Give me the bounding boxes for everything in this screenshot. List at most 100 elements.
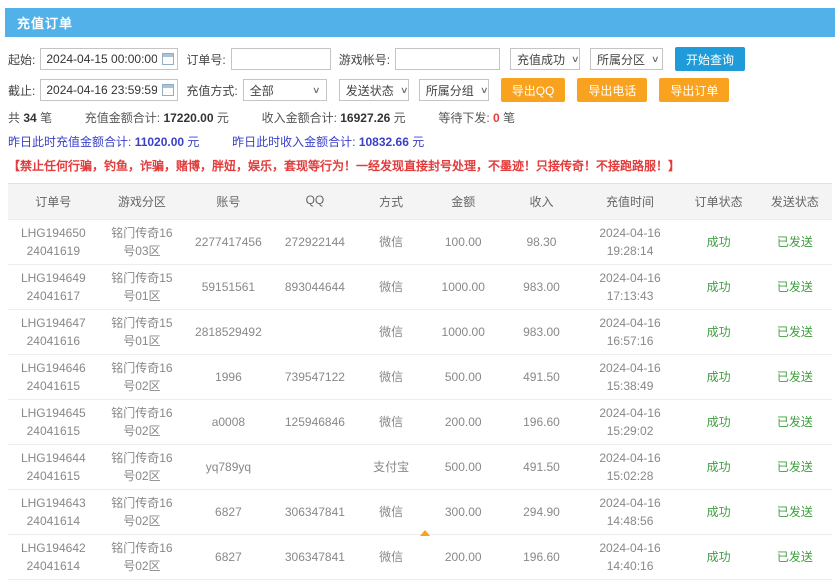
cell-order-no: LHG194644 24041615	[8, 445, 99, 489]
end-date-label: 截止:	[8, 82, 35, 99]
calendar-icon[interactable]	[162, 84, 174, 96]
end-date-input[interactable]	[40, 79, 178, 101]
cell-order-no: LHG194646 24041615	[8, 355, 99, 399]
cell-amount: 100.00	[424, 229, 502, 255]
export-phone-button[interactable]: 导出电话	[577, 78, 647, 102]
export-order-button[interactable]: 导出订单	[659, 78, 729, 102]
cell-method: 微信	[358, 544, 424, 570]
cell-order-no: LHG194645 24041615	[8, 400, 99, 444]
table-row: LHG194646 24041615 铭门传奇16 号02区 1996 7395…	[8, 355, 832, 400]
cell-qq: 306347841	[272, 499, 359, 525]
cell-method: 微信	[358, 364, 424, 390]
cell-income: 196.60	[502, 409, 580, 435]
start-date-input[interactable]	[40, 48, 178, 70]
cell-time: 2024-04-16 15:29:02	[581, 400, 680, 444]
table-row: LHG194645 24041615 铭门传奇16 号02区 a0008 125…	[8, 400, 832, 445]
table-row: LHG194642 24041614 铭门传奇16 号02区 6827 3063…	[8, 535, 832, 580]
table-row: LHG194647 24041616 铭门传奇15 号01区 281852949…	[8, 310, 832, 355]
cell-zone: 铭门传奇16 号02区	[99, 400, 186, 444]
yesterday-income-value: 10832.66	[359, 135, 409, 149]
cell-income: 983.00	[502, 319, 580, 345]
cell-order-no: LHG194647 24041616	[8, 310, 99, 354]
send-status-value: 发送状态	[346, 82, 394, 99]
column-header-income: 收入	[502, 184, 580, 219]
calendar-icon[interactable]	[162, 53, 174, 65]
cell-send-status: 已发送	[758, 499, 832, 525]
cell-qq: 272922144	[272, 229, 359, 255]
summary-panel: 共 34 笔 充值金额合计: 17220.00 元 收入金额合计: 16927.…	[0, 109, 840, 174]
income-total-label: 收入金额合计:	[262, 111, 337, 125]
column-header-send-status: 发送状态	[758, 184, 832, 219]
cell-qq	[272, 463, 359, 471]
cell-qq: 739547122	[272, 364, 359, 390]
table-row: LHG194644 24041615 铭门传奇16 号02区 yq789yq 支…	[8, 445, 832, 490]
send-status-select[interactable]: 发送状态 ∨	[339, 79, 409, 101]
cell-send-status: 已发送	[758, 364, 832, 390]
summary-line-yesterday: 昨日此时充值金额合计: 11020.00 元 昨日此时收入金额合计: 10832…	[8, 133, 832, 150]
yesterday-recharge-value: 11020.00	[135, 135, 184, 149]
cell-amount: 1000.00	[424, 274, 502, 300]
cell-order-no: LHG194650 24041619	[8, 220, 99, 264]
cell-order-status: 成功	[679, 499, 757, 525]
method-select[interactable]: 全部 ∨	[243, 79, 327, 101]
column-header-account: 账号	[185, 184, 272, 219]
cell-qq	[272, 328, 359, 336]
page-title: 充值订单	[5, 8, 835, 37]
game-account-input[interactable]	[395, 48, 500, 70]
cell-income: 491.50	[502, 364, 580, 390]
cell-zone: 铭门传奇15 号01区	[99, 265, 186, 309]
cell-order-no: LHG194643 24041614	[8, 490, 99, 534]
export-qq-button[interactable]: 导出QQ	[501, 78, 566, 102]
cell-account: a0008	[185, 409, 272, 435]
cell-time: 2024-04-16 15:02:28	[581, 445, 680, 489]
recharge-status-select[interactable]: 充值成功 ∨	[510, 48, 580, 70]
query-button[interactable]: 开始查询	[675, 47, 745, 71]
cell-order-status: 成功	[679, 409, 757, 435]
warning-notice: 【禁止任何行骗，钓鱼，诈骗，赌博，胖妞，娱乐，套现等行为！一经发现直接封号处理，…	[8, 157, 832, 174]
yesterday-recharge-label: 昨日此时充值金额合计:	[8, 135, 131, 149]
cell-method: 支付宝	[358, 454, 424, 480]
cell-income: 98.30	[502, 229, 580, 255]
cell-time: 2024-04-16 19:28:14	[581, 220, 680, 264]
pending-label: 等待下发:	[438, 111, 489, 125]
cell-order-status: 成功	[679, 454, 757, 480]
chevron-down-icon: ∨	[651, 54, 660, 65]
partition-value: 所属分区	[597, 51, 645, 68]
recharge-total-label: 充值金额合计:	[85, 111, 160, 125]
cell-qq: 893044644	[272, 274, 359, 300]
recharge-unit: 元	[217, 111, 229, 125]
cell-time: 2024-04-16 17:13:43	[581, 265, 680, 309]
total-prefix: 共	[8, 111, 20, 125]
partition-select[interactable]: 所属分区 ∨	[590, 48, 663, 70]
cell-method: 微信	[358, 319, 424, 345]
column-header-amount: 金额	[424, 184, 502, 219]
orders-table: 订单号 游戏分区 账号 QQ 方式 金额 收入 充值时间 订单状态 发送状态 L…	[8, 183, 832, 580]
cell-send-status: 已发送	[758, 454, 832, 480]
order-no-input[interactable]	[231, 48, 331, 70]
summary-line-today: 共 34 笔 充值金额合计: 17220.00 元 收入金额合计: 16927.…	[8, 109, 832, 126]
cell-qq: 306347841	[272, 544, 359, 570]
cell-zone: 铭门传奇16 号03区	[99, 220, 186, 264]
table-row: LHG194650 24041619 铭门传奇16 号03区 227741745…	[8, 220, 832, 265]
cell-income: 491.50	[502, 454, 580, 480]
cell-send-status: 已发送	[758, 229, 832, 255]
start-date-wrap	[40, 48, 178, 70]
group-value: 所属分组	[426, 82, 474, 99]
total-suffix: 笔	[40, 111, 52, 125]
column-header-zone: 游戏分区	[99, 184, 186, 219]
table-row: LHG194649 24041617 铭门传奇15 号01区 59151561 …	[8, 265, 832, 310]
group-select[interactable]: 所属分组 ∨	[419, 79, 489, 101]
start-date-label: 起始:	[8, 51, 35, 68]
cell-order-status: 成功	[679, 364, 757, 390]
table-body: LHG194650 24041619 铭门传奇16 号03区 227741745…	[8, 220, 832, 580]
cell-method: 微信	[358, 499, 424, 525]
cell-qq: 125946846	[272, 409, 359, 435]
yesterday-recharge-unit: 元	[187, 135, 199, 149]
income-unit: 元	[394, 111, 406, 125]
table-row: LHG194643 24041614 铭门传奇16 号02区 6827 3063…	[8, 490, 832, 535]
cell-send-status: 已发送	[758, 274, 832, 300]
order-no-label: 订单号:	[186, 51, 225, 68]
chevron-down-icon: ∨	[571, 54, 580, 65]
cell-zone: 铭门传奇16 号02区	[99, 355, 186, 399]
cell-time: 2024-04-16 15:38:49	[581, 355, 680, 399]
